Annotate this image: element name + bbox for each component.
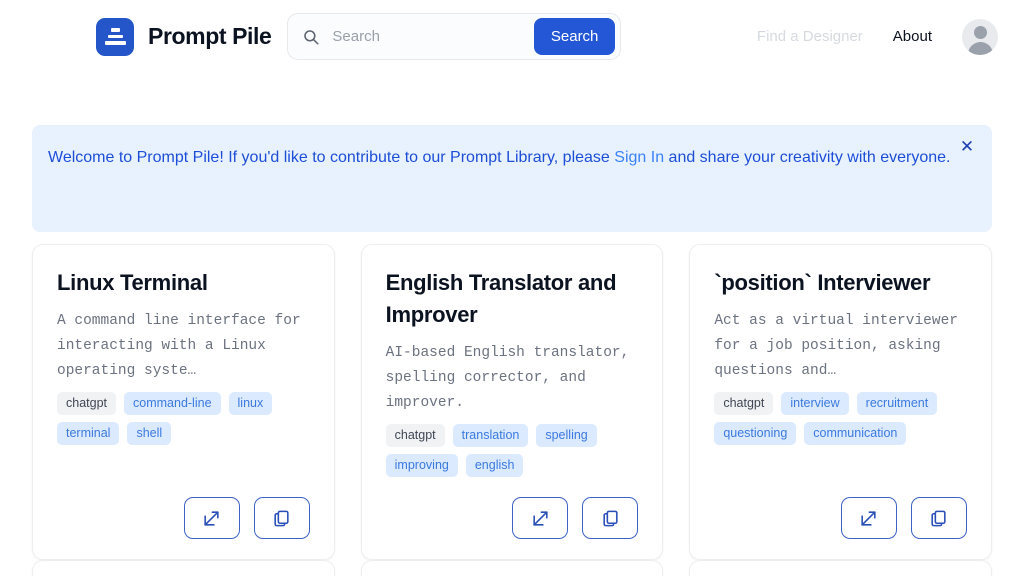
copy-button[interactable] xyxy=(911,497,967,539)
copy-icon xyxy=(272,509,291,528)
tag[interactable]: communication xyxy=(804,422,906,445)
nav-link-about[interactable]: About xyxy=(893,28,932,45)
tag[interactable]: recruitment xyxy=(857,392,938,415)
open-external-button[interactable] xyxy=(512,497,568,539)
banner-text-after: and share your creativity with everyone. xyxy=(664,149,950,166)
card-description: A command line interface for interacting… xyxy=(57,309,310,384)
card-title: `position` Interviewer xyxy=(714,267,967,299)
external-link-icon xyxy=(531,509,550,528)
prompt-card[interactable] xyxy=(32,560,335,576)
card-tags: chatgpt interview recruitment questionin… xyxy=(714,392,967,445)
tag[interactable]: interview xyxy=(781,392,848,415)
avatar-body xyxy=(968,42,993,55)
tag[interactable]: command-line xyxy=(124,392,221,415)
card-description: Act as a virtual interviewer for a job p… xyxy=(714,309,967,384)
copy-button[interactable] xyxy=(254,497,310,539)
prompt-card-grid: Linux Terminal A command line interface … xyxy=(32,244,992,560)
search-input[interactable] xyxy=(320,28,533,45)
card-description: AI-based English translator, spelling co… xyxy=(386,341,639,416)
card-actions xyxy=(57,479,310,539)
prompt-card[interactable] xyxy=(689,560,992,576)
copy-icon xyxy=(601,509,620,528)
tag[interactable]: chatgpt xyxy=(714,392,773,415)
tag[interactable]: translation xyxy=(453,424,529,447)
app-header: Prompt Pile Search Find a Designer About xyxy=(0,0,1024,73)
card-title: Linux Terminal xyxy=(57,267,310,299)
brand-name: Prompt Pile xyxy=(148,23,271,50)
tag[interactable]: terminal xyxy=(57,422,119,445)
open-external-button[interactable] xyxy=(184,497,240,539)
pile-stack-icon xyxy=(96,18,134,56)
banner-text: Welcome to Prompt Pile! If you'd like to… xyxy=(48,146,963,170)
prompt-card[interactable]: `position` Interviewer Act as a virtual … xyxy=(689,244,992,560)
copy-icon xyxy=(929,509,948,528)
tag[interactable]: questioning xyxy=(714,422,796,445)
prompt-card[interactable]: English Translator and Improver AI-based… xyxy=(361,244,664,560)
external-link-icon xyxy=(202,509,221,528)
tag[interactable]: improving xyxy=(386,454,458,477)
tag[interactable]: chatgpt xyxy=(386,424,445,447)
search-icon xyxy=(302,28,320,46)
open-external-button[interactable] xyxy=(841,497,897,539)
avatar-head xyxy=(974,26,987,39)
tag[interactable]: english xyxy=(466,454,524,477)
card-actions xyxy=(714,479,967,539)
card-title: English Translator and Improver xyxy=(386,267,639,331)
tag[interactable]: shell xyxy=(127,422,171,445)
card-tags: chatgpt translation spelling improving e… xyxy=(386,424,639,477)
welcome-banner: Welcome to Prompt Pile! If you'd like to… xyxy=(32,125,992,232)
close-icon[interactable]: ✕ xyxy=(956,136,978,158)
prompt-card-grid-next-row xyxy=(32,560,992,576)
tag[interactable]: linux xyxy=(229,392,273,415)
tag[interactable]: spelling xyxy=(536,424,596,447)
external-link-icon xyxy=(859,509,878,528)
user-avatar-icon[interactable] xyxy=(962,19,998,55)
prompt-card[interactable] xyxy=(361,560,664,576)
search-button[interactable]: Search xyxy=(534,18,616,55)
banner-text-before: Welcome to Prompt Pile! If you'd like to… xyxy=(48,149,614,166)
sign-in-link[interactable]: Sign In xyxy=(614,149,664,166)
nav-link-find-a-designer[interactable]: Find a Designer xyxy=(757,28,863,45)
tag[interactable]: chatgpt xyxy=(57,392,116,415)
prompt-card[interactable]: Linux Terminal A command line interface … xyxy=(32,244,335,560)
header-nav: Find a Designer About xyxy=(757,19,998,55)
copy-button[interactable] xyxy=(582,497,638,539)
brand[interactable]: Prompt Pile xyxy=(96,18,271,56)
search-bar[interactable]: Search xyxy=(287,13,621,60)
card-actions xyxy=(386,479,639,539)
card-tags: chatgpt command-line linux terminal shel… xyxy=(57,392,310,445)
